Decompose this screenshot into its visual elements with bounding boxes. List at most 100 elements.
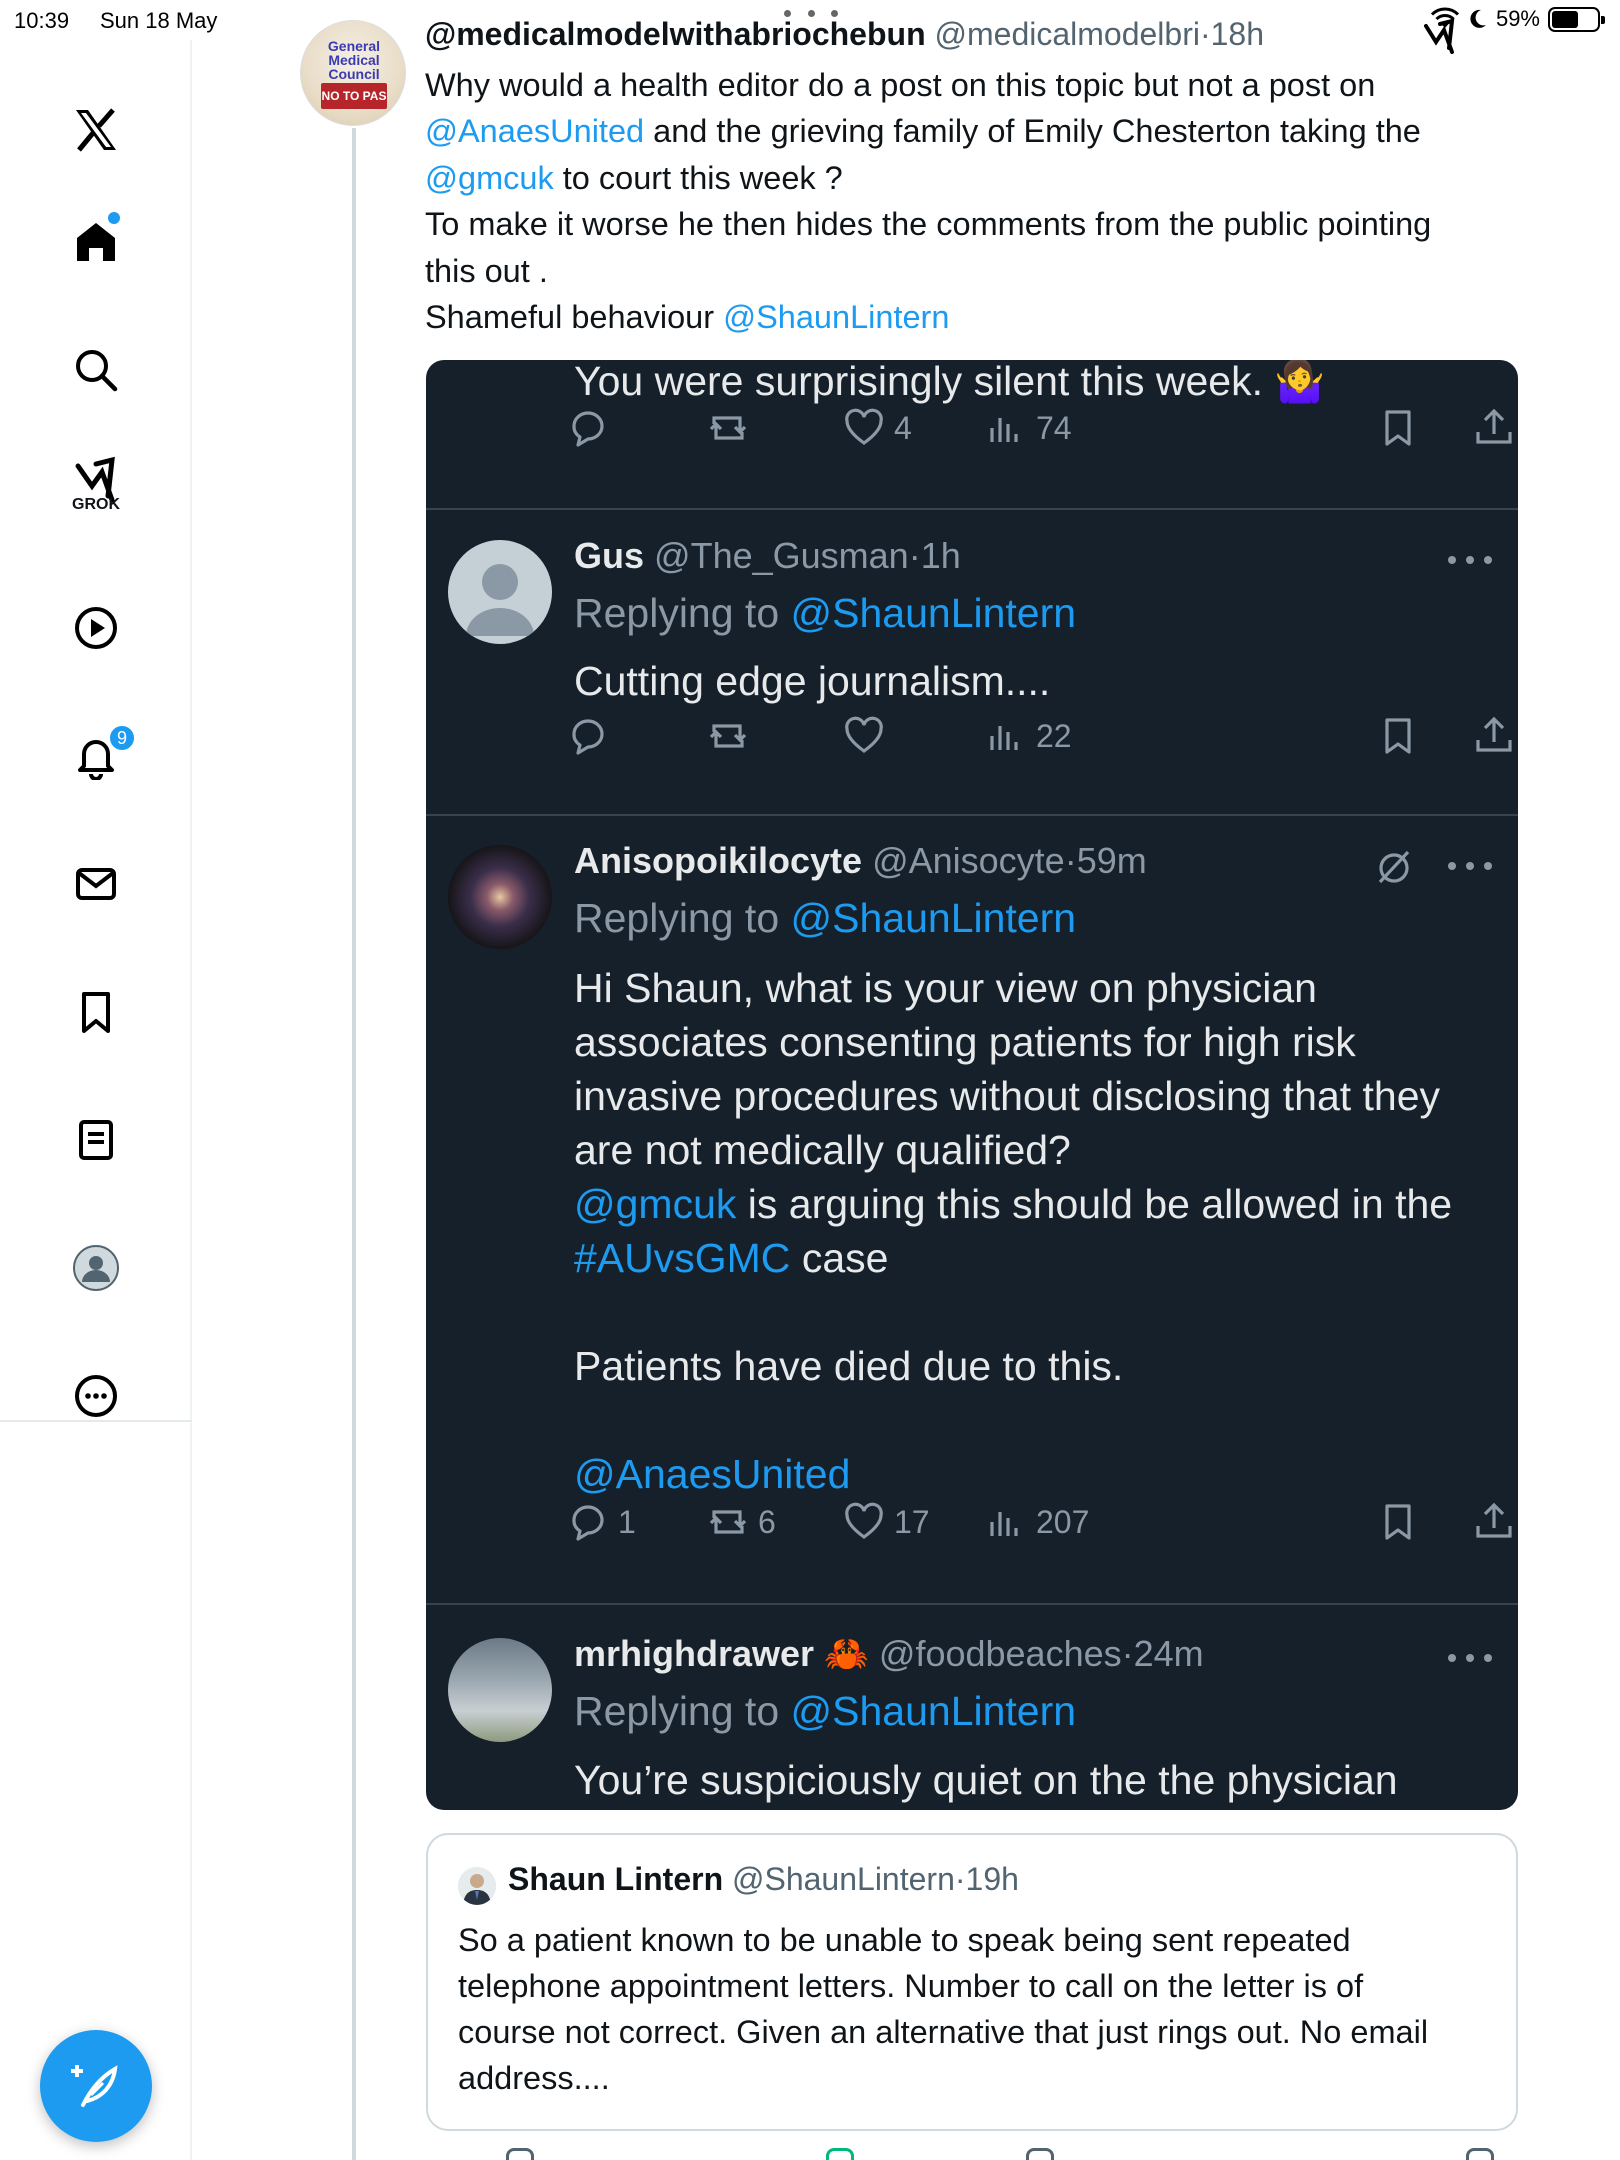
reply-line-text: is arguing this should be allowed in the bbox=[736, 1181, 1453, 1227]
tweet-line: To make it worse he then hides the comme… bbox=[425, 206, 1432, 243]
reply-age: 59m bbox=[1076, 840, 1147, 881]
reply-text: Cutting edge journalism.... bbox=[574, 658, 1051, 704]
reply-age: 1h bbox=[920, 535, 961, 576]
reply-author-handle: @Anisocyte bbox=[872, 840, 1065, 881]
more-icon[interactable] bbox=[56, 1356, 136, 1436]
replying-to-prefix: Replying to bbox=[574, 895, 791, 941]
author-avatar[interactable]: General Medical Council NO TO PAS bbox=[300, 20, 406, 126]
tweet-line-text: Shameful behaviour bbox=[425, 299, 724, 336]
share-icon[interactable] bbox=[1466, 2148, 1494, 2160]
tweet-actions-partial bbox=[426, 2140, 1518, 2160]
repost-count: 6 bbox=[758, 1503, 776, 1540]
mention-link[interactable]: @ShaunLintern bbox=[723, 299, 949, 335]
reply-icon: 1 bbox=[566, 1492, 636, 1552]
reply-line: associates consenting patients for high … bbox=[574, 1019, 1356, 1065]
like-icon[interactable] bbox=[1026, 2148, 1054, 2160]
quoted-tweet-header: Shaun Lintern @ShaunLintern·19h bbox=[508, 1861, 1019, 1898]
tweet-line: Why would a health editor do a post on t… bbox=[425, 67, 1376, 103]
reply-actions: 1 6 17 207 bbox=[566, 1492, 1512, 1552]
home-unread-dot bbox=[108, 212, 120, 224]
profile-icon[interactable] bbox=[56, 1228, 136, 1308]
home-icon[interactable] bbox=[56, 202, 136, 282]
reply-count: 1 bbox=[618, 1503, 636, 1540]
tweet-line: Shameful behaviour @ShaunLintern bbox=[425, 294, 1515, 340]
tweet-line: @AnaesUnited and the grieving family of … bbox=[425, 108, 1515, 154]
left-navigation: GROK 9 bbox=[0, 40, 192, 2160]
reply-divider bbox=[426, 1603, 1518, 1605]
mention-link[interactable]: @gmcuk bbox=[425, 160, 554, 196]
tweet-age[interactable]: 18h bbox=[1211, 16, 1264, 52]
reply-icon[interactable] bbox=[506, 2148, 534, 2160]
tweet[interactable]: General Medical Council NO TO PAS @medic… bbox=[192, 0, 1620, 2160]
reply-actions: 4 74 bbox=[566, 398, 1512, 458]
repost-icon[interactable] bbox=[826, 2148, 854, 2160]
grok-badge-icon[interactable] bbox=[1422, 18, 1458, 59]
quoted-author-name: Shaun Lintern bbox=[508, 1861, 724, 1897]
repost-icon bbox=[706, 706, 750, 766]
author-name[interactable]: @medicalmodelwithabriochebun bbox=[425, 16, 926, 52]
view-count: 22 bbox=[1036, 717, 1072, 754]
reply-author-name: mrhighdrawer bbox=[574, 1633, 815, 1674]
grok-icon[interactable]: GROK bbox=[56, 440, 136, 520]
hidden-reply-icon bbox=[1378, 850, 1410, 884]
quote-line: course not correct. Given an alternative… bbox=[458, 2014, 1429, 2050]
video-icon[interactable] bbox=[56, 588, 136, 668]
repost-icon bbox=[706, 398, 750, 458]
replying-to: Replying to @ShaunLintern bbox=[574, 895, 1076, 942]
reply-avatar bbox=[448, 1638, 552, 1742]
views-icon: 22 bbox=[984, 706, 1072, 766]
avatar-stamp: NO TO PAS bbox=[321, 83, 387, 109]
replying-to-prefix: Replying to bbox=[574, 590, 791, 636]
separator-dot: · bbox=[1121, 1633, 1134, 1674]
separator-dot: · bbox=[1064, 840, 1077, 881]
bookmark-icon bbox=[1376, 398, 1420, 458]
messages-icon[interactable] bbox=[56, 844, 136, 924]
like-icon: 4 bbox=[842, 398, 912, 458]
mention-link[interactable]: @AnaesUnited bbox=[425, 113, 644, 149]
more-options-icon bbox=[1448, 556, 1492, 568]
more-options-icon bbox=[1448, 862, 1492, 874]
view-count: 74 bbox=[1036, 409, 1072, 446]
mention-link: @gmcuk bbox=[574, 1181, 737, 1227]
author-handle[interactable]: @medicalmodelbri bbox=[935, 16, 1200, 52]
reply-header: mrhighdrawer 🦀 @foodbeaches·24m bbox=[574, 1633, 1204, 1675]
notifications-icon[interactable]: 9 bbox=[56, 716, 136, 796]
attached-screenshot[interactable]: You were surprisingly silent this week. … bbox=[426, 360, 1518, 1810]
lists-icon[interactable] bbox=[56, 1100, 136, 1180]
like-count: 17 bbox=[894, 1503, 930, 1540]
reply-author-handle: @The_Gusman bbox=[654, 535, 909, 576]
reply-icon bbox=[566, 706, 610, 766]
mention-link: @ShaunLintern bbox=[790, 1688, 1077, 1734]
notification-count-badge: 9 bbox=[108, 724, 136, 752]
compose-post-button[interactable] bbox=[40, 2030, 152, 2142]
bookmarks-icon[interactable] bbox=[56, 972, 136, 1052]
views-icon: 207 bbox=[984, 1492, 1089, 1552]
tweet-line: @gmcuk to court this week ? bbox=[425, 155, 1515, 201]
quote-line: So a patient known to be unable to speak… bbox=[458, 1922, 1351, 1958]
like-icon bbox=[842, 706, 886, 766]
bookmark-icon bbox=[1376, 706, 1420, 766]
reply-avatar bbox=[448, 540, 552, 644]
reply-header: Anisopoikilocyte @Anisocyte·59m bbox=[574, 840, 1147, 882]
reply-text: You’re suspiciously quiet on the the phy… bbox=[574, 1757, 1398, 1803]
bookmark-icon bbox=[1376, 1492, 1420, 1552]
quoted-tweet[interactable]: Shaun Lintern @ShaunLintern·19h So a pat… bbox=[426, 1833, 1518, 2131]
quoted-author-avatar bbox=[458, 1867, 496, 1905]
share-icon bbox=[1472, 1492, 1516, 1552]
search-icon[interactable] bbox=[56, 330, 136, 410]
reply-actions: 22 bbox=[566, 706, 1512, 766]
avatar-logo-text: General Medical Council bbox=[327, 38, 381, 82]
reply-author-name: Gus bbox=[574, 535, 645, 576]
views-icon: 74 bbox=[984, 398, 1072, 458]
tweet-text: Why would a health editor do a post on t… bbox=[425, 62, 1515, 340]
quote-line: address.... bbox=[458, 2060, 610, 2096]
x-logo-icon[interactable] bbox=[56, 90, 136, 170]
reply-author-name: Anisopoikilocyte bbox=[574, 840, 863, 881]
reply-avatar bbox=[448, 845, 552, 949]
share-icon bbox=[1472, 706, 1516, 766]
quote-line: telephone appointment letters. Number to… bbox=[458, 1968, 1364, 2004]
reply-line: #AUvsGMC case bbox=[574, 1231, 1494, 1285]
grok-label: GROK bbox=[72, 496, 120, 513]
tweet-line-text: to court this week ? bbox=[553, 159, 843, 196]
